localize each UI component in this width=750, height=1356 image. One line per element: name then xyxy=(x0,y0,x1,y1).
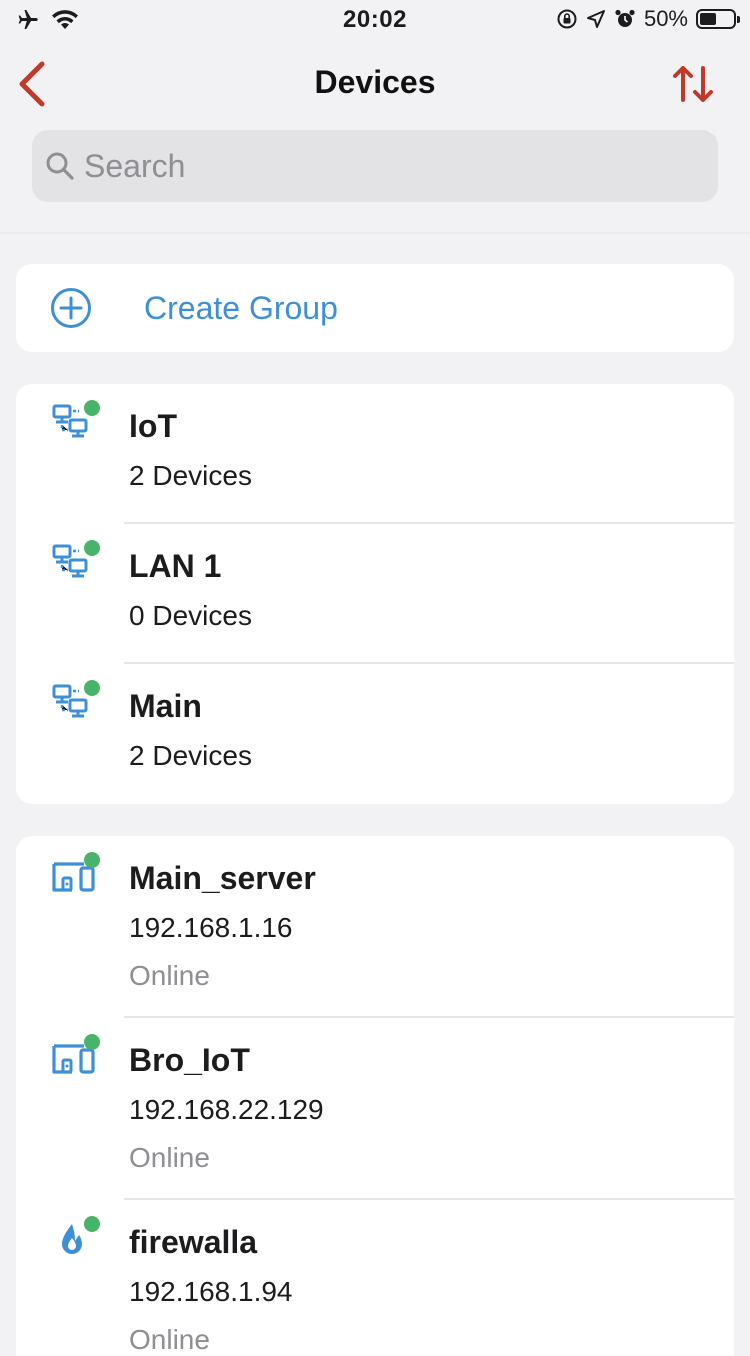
search-input[interactable] xyxy=(82,146,686,186)
group-device-count: 2 Devices xyxy=(129,460,252,491)
group-name: Main xyxy=(129,688,202,724)
device-ip: 192.168.22.129 xyxy=(129,1094,324,1125)
group-name: LAN 1 xyxy=(129,548,222,584)
online-status-dot xyxy=(84,852,100,868)
online-status-dot xyxy=(84,1216,100,1232)
status-right: 50% xyxy=(556,6,740,32)
location-arrow-icon xyxy=(586,10,605,28)
status-bar: 20:02 50% xyxy=(0,0,750,40)
device-status: Online xyxy=(129,960,210,991)
device-status: Online xyxy=(129,1142,210,1173)
devices-list: Main_server 192.168.1.16 Online Bro_IoT … xyxy=(16,836,734,1356)
create-group-button[interactable]: Create Group xyxy=(16,264,734,352)
online-status-dot xyxy=(84,400,100,416)
device-row-firewalla[interactable]: firewalla 192.168.1.94 Online xyxy=(16,1200,734,1356)
sort-arrows-icon xyxy=(673,66,713,102)
sort-button[interactable] xyxy=(670,64,720,104)
search-icon xyxy=(46,152,74,180)
online-status-dot xyxy=(84,1034,100,1050)
battery-level xyxy=(700,13,716,25)
header-divider xyxy=(0,232,750,234)
device-ip: 192.168.1.94 xyxy=(129,1276,293,1307)
device-ip: 192.168.1.16 xyxy=(129,912,293,943)
create-group-label: Create Group xyxy=(144,289,338,326)
online-status-dot xyxy=(84,680,100,696)
navigation-bar: Devices xyxy=(0,40,750,130)
group-row-lan-1[interactable]: LAN 1 0 Devices xyxy=(16,524,734,664)
device-name: firewalla xyxy=(129,1224,258,1260)
battery-icon xyxy=(696,9,740,29)
group-name: IoT xyxy=(129,408,177,444)
page-title: Devices xyxy=(314,64,436,100)
device-name: Main_server xyxy=(129,860,316,896)
group-row-main[interactable]: Main 2 Devices xyxy=(16,664,734,804)
device-row-main-server[interactable]: Main_server 192.168.1.16 Online xyxy=(16,836,734,1018)
group-row-iot[interactable]: IoT 2 Devices xyxy=(16,384,734,524)
online-status-dot xyxy=(84,540,100,556)
alarm-icon xyxy=(615,9,635,27)
plus-circle-icon xyxy=(51,288,91,328)
groups-list: IoT 2 Devices LAN 1 0 Devices Main 2 Dev… xyxy=(16,384,734,804)
battery-percent: 50% xyxy=(643,6,688,31)
device-row-bro-iot[interactable]: Bro_IoT 192.168.22.129 Online xyxy=(16,1018,734,1200)
search-bar[interactable] xyxy=(32,130,718,202)
device-name: Bro_IoT xyxy=(129,1042,250,1078)
group-device-count: 2 Devices xyxy=(129,740,252,771)
group-device-count: 0 Devices xyxy=(129,600,252,631)
orientation-lock-icon xyxy=(557,9,577,29)
device-status: Online xyxy=(129,1324,210,1355)
